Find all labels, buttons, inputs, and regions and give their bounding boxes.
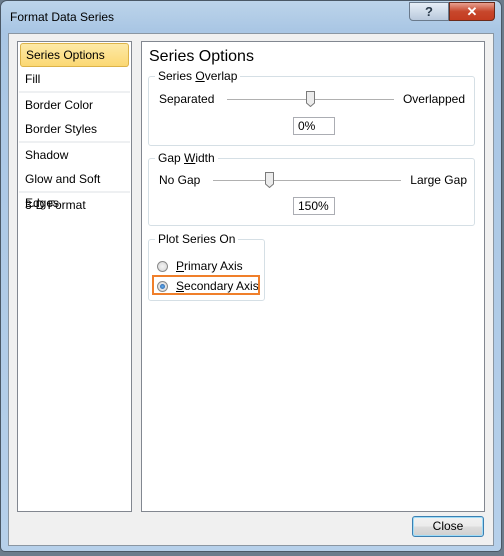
- dialog-title: Format Data Series: [10, 10, 115, 24]
- sidebar-item-series-options[interactable]: Series Options: [20, 43, 129, 67]
- series-overlap-slider-thumb[interactable]: [306, 91, 315, 107]
- no-gap-label: No Gap: [159, 173, 201, 187]
- annotation-highlight-box: [152, 275, 260, 295]
- close-icon: ✕: [466, 4, 478, 19]
- sidebar-item-border-styles[interactable]: Border Styles: [18, 117, 131, 141]
- help-button[interactable]: ?: [409, 2, 449, 21]
- primary-axis-option[interactable]: Primary Axis: [157, 258, 243, 274]
- gap-width-input[interactable]: 150%: [293, 197, 335, 215]
- primary-axis-label: Primary Axis: [176, 259, 243, 273]
- gap-width-group: Gap Width No Gap Large Gap 150%: [148, 151, 475, 226]
- panel-title: Series Options: [149, 48, 254, 65]
- sidebar-item-shadow[interactable]: Shadow: [18, 143, 131, 167]
- category-list: Series Options Fill Border Color Border …: [17, 41, 132, 512]
- plot-series-on-group: Plot Series On Primary Axis Secondary Ax…: [148, 232, 265, 301]
- gap-width-legend: Gap Width: [155, 151, 218, 165]
- overlapped-label: Overlapped: [402, 92, 465, 106]
- separated-label: Separated: [159, 92, 215, 106]
- series-overlap-input[interactable]: 0%: [293, 117, 335, 135]
- gap-width-slider[interactable]: [213, 180, 401, 182]
- sidebar-item-fill[interactable]: Fill: [18, 67, 131, 91]
- series-overlap-group: Series Overlap Separated Overlapped 0%: [148, 69, 475, 146]
- plot-series-on-legend: Plot Series On: [155, 232, 239, 246]
- dialog-body: Series Options Fill Border Color Border …: [8, 33, 494, 546]
- large-gap-label: Large Gap: [410, 173, 467, 187]
- series-overlap-legend: Series Overlap: [155, 69, 241, 83]
- window-close-button[interactable]: ✕: [449, 2, 495, 21]
- format-data-series-dialog: Format Data Series ? ✕ Series Options Fi…: [0, 0, 502, 552]
- title-bar: Format Data Series ? ✕: [1, 1, 501, 35]
- sidebar-item-glow-soft-edges[interactable]: Glow and Soft Edges: [18, 167, 131, 210]
- primary-axis-radio[interactable]: [157, 260, 168, 272]
- help-icon: ?: [425, 4, 433, 19]
- close-button[interactable]: Close: [412, 516, 484, 537]
- options-panel: Series Options Series Overlap Separated …: [141, 41, 485, 512]
- sidebar-item-border-color[interactable]: Border Color: [18, 93, 131, 117]
- sidebar-item-3d-format[interactable]: 3-D Format: [18, 193, 131, 217]
- gap-width-slider-thumb[interactable]: [264, 172, 274, 188]
